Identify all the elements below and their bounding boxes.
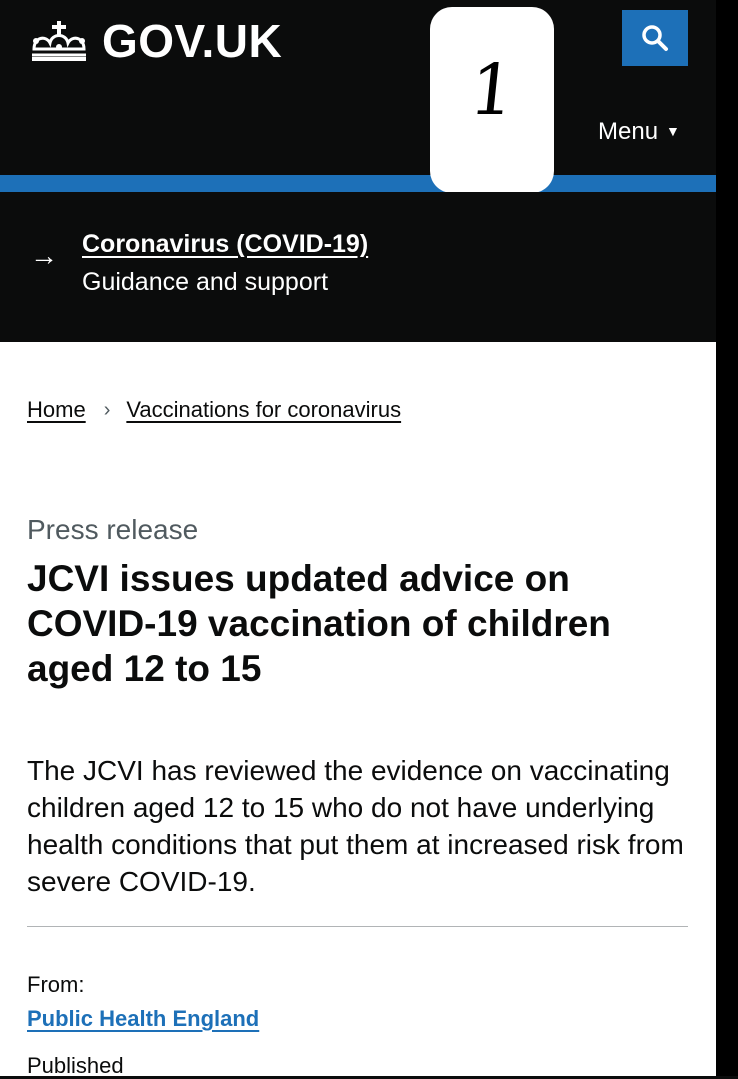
breadcrumb-home[interactable]: Home (27, 397, 86, 423)
search-icon (642, 25, 668, 51)
menu-caret-icon: ▼ (666, 123, 680, 139)
header-blue-bar (0, 175, 716, 192)
from-label: From: (27, 972, 85, 997)
arrow-right-icon: → (30, 240, 58, 271)
chevron-right-icon: › (103, 398, 111, 421)
screen-edge (716, 0, 738, 1076)
site-header: GOV.UK Menu ▼ (0, 0, 716, 176)
crown-icon (32, 21, 86, 61)
search-button[interactable] (622, 10, 688, 66)
organisation-link[interactable]: Public Health England (27, 1006, 259, 1032)
covid-banner-subtitle: Guidance and support (82, 268, 329, 296)
breadcrumb: Home › Vaccinations for coronavirus (27, 397, 401, 423)
lead-paragraph: The JCVI has reviewed the evidence on va… (27, 755, 684, 897)
overlay-number: 1 (465, 49, 519, 131)
menu-label: Menu (598, 118, 659, 145)
logo-text: GOV.UK (102, 15, 283, 67)
menu-button[interactable]: Menu ▼ (598, 118, 680, 146)
section-divider (27, 926, 688, 927)
overlay-number-badge: 1 (430, 7, 554, 193)
page-caption: Press release (27, 514, 199, 545)
breadcrumb-vaccinations[interactable]: Vaccinations for coronavirus (126, 397, 401, 423)
covid-guidance-link[interactable]: Coronavirus (COVID-19) (82, 230, 368, 259)
govuk-logo-link[interactable]: GOV.UK (26, 14, 282, 68)
main-content: Home › Vaccinations for coronavirus Pres… (0, 342, 716, 1078)
page-title: JCVI issues updated advice on COVID-19 v… (27, 558, 611, 689)
covid-banner: → Coronavirus (COVID-19) Guidance and su… (0, 192, 716, 342)
published-label: Published (27, 1053, 124, 1078)
